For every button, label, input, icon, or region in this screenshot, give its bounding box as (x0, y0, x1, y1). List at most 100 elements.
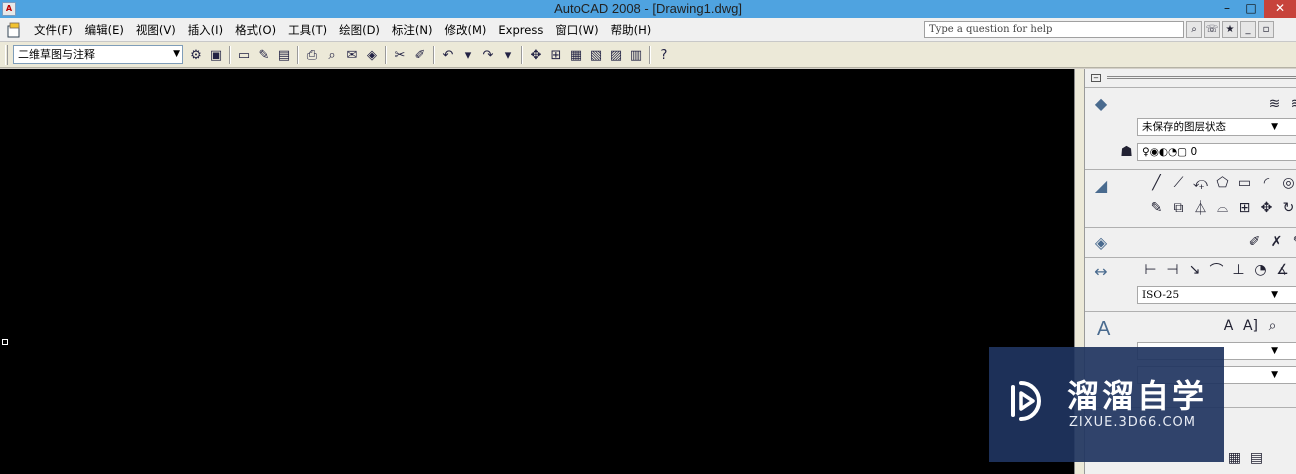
angular-icon[interactable]: ∡ (1273, 262, 1292, 278)
search-icon[interactable]: ⌕ (1186, 21, 1202, 38)
menu-item[interactable]: 窗口(W) (549, 18, 604, 42)
layer-states-icon[interactable]: ≋ (1287, 96, 1296, 112)
new-file-icon[interactable]: ▭ (234, 45, 254, 65)
tool-palettes-icon[interactable]: ▨ (606, 45, 626, 65)
menu-item[interactable]: 工具(T) (282, 18, 333, 42)
menu-item[interactable]: 格式(O) (229, 18, 282, 42)
close-button[interactable]: ✕ (1264, 0, 1296, 18)
chevron-down-icon: ▼ (1271, 346, 1278, 356)
menu-item[interactable]: 绘图(D) (333, 18, 386, 42)
calculator-icon[interactable]: ▥ (626, 45, 646, 65)
publish-icon[interactable]: ✉ (342, 45, 362, 65)
palette-collapse-icon[interactable]: − (1091, 74, 1101, 82)
workspace-select-value: 二维草图与注释 (18, 48, 95, 61)
pick-point-icon[interactable]: ✐ (1245, 234, 1264, 250)
redo-dropdown-icon[interactable]: ▾ (498, 45, 518, 65)
table-style-icon[interactable]: ▤ (1247, 450, 1266, 466)
rectangle-icon[interactable]: ▭ (1235, 175, 1254, 191)
dimension-icon[interactable]: ↔ (1089, 260, 1113, 282)
offset-icon[interactable]: ⌓ (1213, 200, 1232, 216)
polyline-icon[interactable]: ⤽ (1191, 175, 1210, 191)
table-icon[interactable]: ▦ (1225, 450, 1244, 466)
plot-icon[interactable]: ⎙ (302, 45, 322, 65)
help-icon[interactable]: ? (654, 45, 674, 65)
text-panel-icon[interactable]: A (1097, 318, 1110, 341)
drawing-canvas[interactable] (0, 69, 1074, 474)
workspace-settings-icon[interactable]: ⚙ (186, 45, 206, 65)
circle-icon[interactable]: ◎ (1279, 175, 1296, 191)
palette-grip[interactable] (1107, 76, 1296, 79)
design-center-icon[interactable]: ▧ (586, 45, 606, 65)
dim-style-select[interactable]: ISO-25 ▼ (1137, 286, 1296, 304)
line-icon[interactable]: ╱ (1147, 175, 1166, 191)
arc-icon[interactable]: ◜ (1257, 175, 1276, 191)
layer-select[interactable]: ♀◉◐◔▢ 0 (1137, 143, 1296, 161)
layers-icon[interactable]: ◆ (1089, 92, 1113, 114)
single-line-text-icon[interactable]: A (1219, 318, 1238, 334)
edit-icon[interactable]: ✎ (1289, 234, 1296, 250)
maximize-button[interactable]: □ (1240, 0, 1262, 18)
zoom-icon[interactable]: ⊞ (546, 45, 566, 65)
3d-tools: ✐ ✗ ✎ (1245, 232, 1296, 252)
palette-header[interactable]: − (1085, 71, 1296, 85)
menu-item[interactable]: 帮助(H) (605, 18, 658, 42)
draw-panel-icon[interactable]: ◢ (1089, 174, 1113, 196)
menu-item[interactable]: 标注(N) (386, 18, 439, 42)
3d-dwf-icon[interactable]: ◈ (362, 45, 382, 65)
erase-icon[interactable]: ✎ (1147, 200, 1166, 216)
aligned-dim-icon[interactable]: ⊣ (1163, 262, 1182, 278)
menu-item[interactable]: Express (492, 18, 549, 42)
document-icon[interactable] (6, 22, 22, 38)
menu-item[interactable]: 编辑(E) (79, 18, 130, 42)
redo-icon[interactable]: ↷ (478, 45, 498, 65)
undo-dropdown-icon[interactable]: ▾ (458, 45, 478, 65)
remove-icon[interactable]: ✗ (1267, 234, 1286, 250)
menu-item[interactable]: 视图(V) (130, 18, 182, 42)
title-bar: A AutoCAD 2008 - [Drawing1.dwg] – □ ✕ (0, 0, 1296, 18)
polygon-icon[interactable]: ⬠ (1213, 175, 1232, 191)
play-logo-icon (1011, 381, 1041, 421)
find-text-icon[interactable]: ⌕ (1263, 318, 1282, 334)
menu-item[interactable]: 修改(M) (439, 18, 493, 42)
leader-icon[interactable]: ↘ (1185, 262, 1204, 278)
construction-line-icon[interactable]: ⟋ (1169, 175, 1188, 191)
menu-items: 文件(F) 编辑(E) 视图(V) 插入(I) 格式(O) 工具(T) 绘图(D) 标注(N)… (28, 18, 657, 42)
pan-icon[interactable]: ✥ (526, 45, 546, 65)
open-file-icon[interactable]: ✎ (254, 45, 274, 65)
undo-icon[interactable]: ↶ (438, 45, 458, 65)
workspace-select[interactable]: 二维草图与注释 ▼ (13, 45, 183, 64)
favorites-icon[interactable]: ★ (1222, 21, 1238, 38)
toolbar-separator (649, 46, 651, 64)
multiline-text-icon[interactable]: A] (1241, 318, 1260, 334)
layer-make-current-row: ☗ (1117, 142, 1136, 162)
minimize-button[interactable]: – (1216, 0, 1238, 18)
layer-previous-icon[interactable]: ≋ (1265, 96, 1284, 112)
arc-length-icon[interactable]: ⌒ (1207, 260, 1226, 280)
array-icon[interactable]: ⊞ (1235, 200, 1254, 216)
match-properties-icon[interactable]: ✐ (410, 45, 430, 65)
save-icon[interactable]: ▤ (274, 45, 294, 65)
my-workspace-icon[interactable]: ▣ (206, 45, 226, 65)
cut-icon[interactable]: ✂ (390, 45, 410, 65)
menu-item[interactable]: 文件(F) (28, 18, 79, 42)
copy-icon[interactable]: ⧉ (1169, 200, 1188, 216)
rotate-icon[interactable]: ↻ (1279, 200, 1296, 216)
menu-item[interactable]: 插入(I) (182, 18, 229, 42)
help-search-input[interactable]: Type a question for help (924, 21, 1184, 38)
make-current-icon[interactable]: ☗ (1117, 144, 1136, 160)
3d-make-icon[interactable]: ◈ (1089, 231, 1113, 253)
mirror-icon[interactable]: ⏃ (1191, 198, 1210, 218)
doc-restore-button[interactable]: ▫ (1258, 21, 1274, 38)
radius-icon[interactable]: ◔ (1251, 262, 1270, 278)
move-icon[interactable]: ✥ (1257, 200, 1276, 216)
layer-state-select[interactable]: 未保存的图层状态 ▼ (1137, 118, 1296, 136)
chevron-down-icon: ▼ (1271, 122, 1278, 132)
help-tools: ⌕ ☏ ★ _ ▫ (1186, 21, 1274, 38)
plot-preview-icon[interactable]: ⌕ (322, 45, 342, 65)
toolbar-grip[interactable] (5, 45, 8, 65)
communication-center-icon[interactable]: ☏ (1204, 21, 1220, 38)
doc-minimize-button[interactable]: _ (1240, 21, 1256, 38)
ordinate-icon[interactable]: ⊥ (1229, 262, 1248, 278)
linear-dim-icon[interactable]: ⊢ (1141, 262, 1160, 278)
properties-icon[interactable]: ▦ (566, 45, 586, 65)
